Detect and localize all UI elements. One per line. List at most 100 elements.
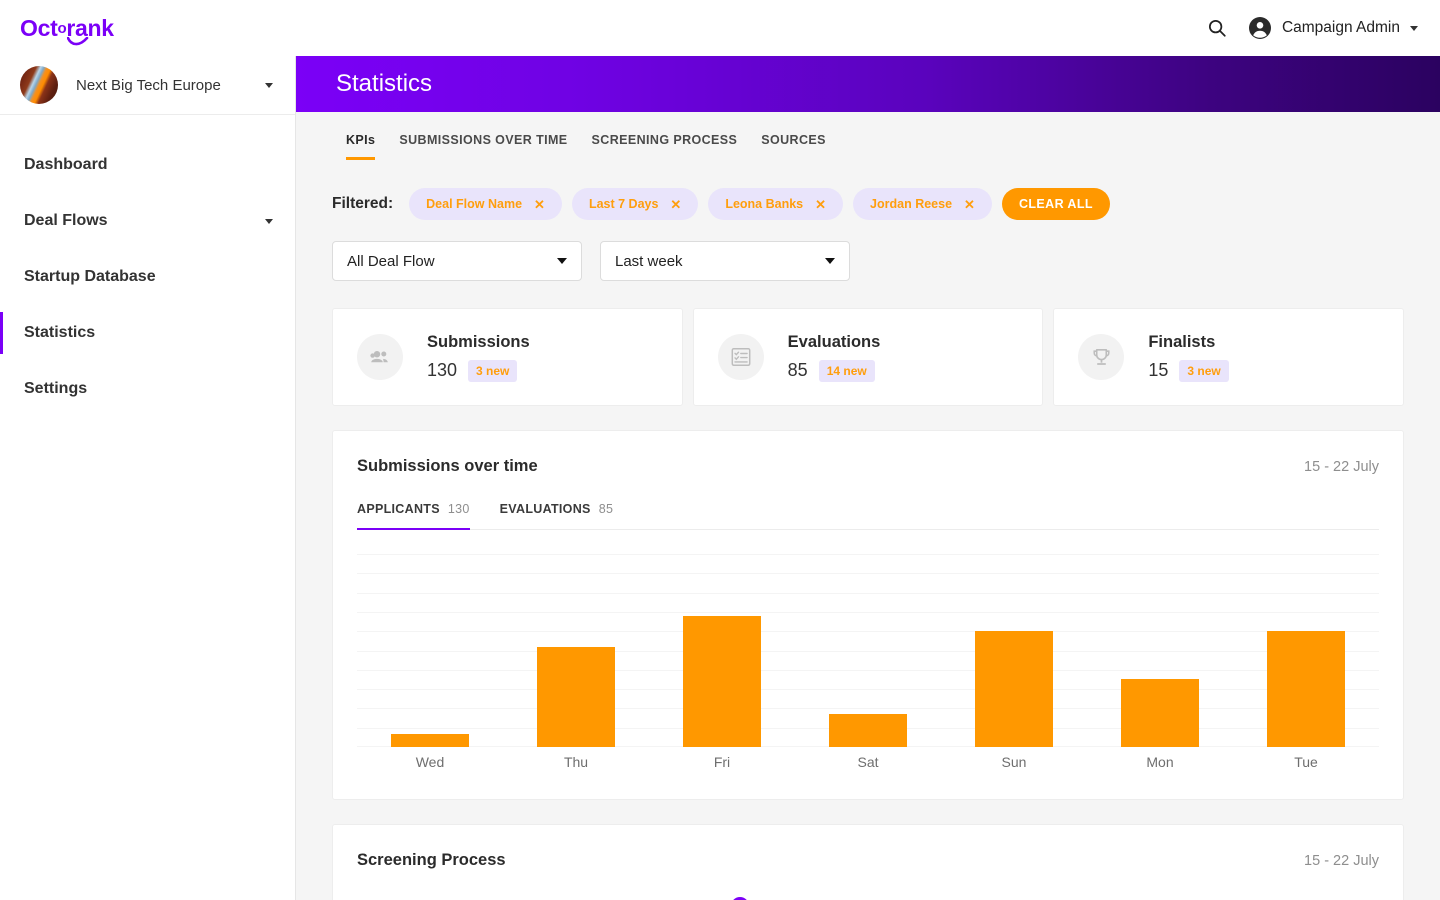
- deal-flow-select[interactable]: All Deal Flow: [332, 241, 582, 281]
- chevron-down-icon: [265, 82, 273, 88]
- kpi-card-submissions[interactable]: Submissions 130 3 new: [332, 308, 683, 406]
- page-banner: Statistics: [296, 56, 1440, 112]
- sub-tab-count: 130: [447, 502, 470, 516]
- sidebar-item-startup-database[interactable]: Startup Database: [0, 249, 295, 305]
- close-icon[interactable]: ✕: [534, 198, 545, 211]
- filter-chip-label: Last 7 Days: [588, 197, 659, 211]
- close-icon[interactable]: ✕: [670, 198, 681, 211]
- kpi-new-badge: 3 new: [1179, 359, 1229, 382]
- app-logo[interactable]: Octorank: [20, 14, 114, 45]
- close-icon[interactable]: ✕: [815, 198, 826, 211]
- logo-text-sup: o: [57, 19, 67, 37]
- tab-sources[interactable]: SOURCES: [749, 133, 838, 160]
- chevron-down-icon: [825, 258, 835, 264]
- tab-kpis[interactable]: KPIs: [334, 133, 387, 160]
- tab-submissions-over-time[interactable]: SUBMISSIONS OVER TIME: [387, 133, 579, 160]
- chart-bar-column: [503, 554, 649, 747]
- filter-bar: Filtered: Deal Flow Name ✕ Last 7 Days ✕…: [332, 188, 1404, 220]
- chart-bar[interactable]: [537, 646, 615, 747]
- filter-chip-deal-flow-name[interactable]: Deal Flow Name ✕: [409, 188, 562, 220]
- submissions-over-time-panel: Submissions over time 15 - 22 July APPLI…: [332, 430, 1404, 800]
- sidebar-item-deal-flows[interactable]: Deal Flows: [0, 193, 295, 249]
- chevron-down-icon: [1410, 25, 1418, 31]
- filter-chip-leona-banks[interactable]: Leona Banks ✕: [708, 188, 844, 220]
- filter-chip-jordan-reese[interactable]: Jordan Reese ✕: [853, 188, 992, 220]
- kpi-title: Finalists: [1148, 332, 1216, 351]
- account-circle-icon: [1248, 17, 1271, 39]
- main-content: Statistics KPIs SUBMISSIONS OVER TIME SC…: [296, 56, 1440, 900]
- kpi-card-evaluations[interactable]: Evaluations 85 14 new: [692, 308, 1044, 406]
- kpi-card-finalists[interactable]: Finalists 15 3 new: [1053, 308, 1405, 406]
- tab-label: KPIs: [346, 133, 376, 147]
- sidebar: Next Big Tech Europe Dashboard Deal Flow…: [0, 56, 296, 900]
- chevron-down-icon: [265, 218, 273, 224]
- org-name-label: Next Big Tech Europe: [76, 76, 221, 94]
- sidebar-item-dashboard[interactable]: Dashboard: [0, 137, 295, 193]
- checklist-icon: [731, 348, 751, 366]
- filter-chip-last-7-days[interactable]: Last 7 Days ✕: [571, 188, 699, 220]
- filter-chip-label: Deal Flow Name: [426, 197, 523, 211]
- submissions-sub-tabs: APPLICANTS 130 EVALUATIONS 85: [357, 502, 1379, 530]
- tab-label: SCREENING PROCESS: [591, 133, 738, 147]
- search-button[interactable]: [1206, 17, 1228, 39]
- page-tabs: KPIs SUBMISSIONS OVER TIME SCREENING PRO…: [296, 112, 1440, 160]
- search-icon: [1208, 19, 1226, 37]
- org-switcher[interactable]: Next Big Tech Europe: [0, 56, 295, 115]
- logo-text-part1: Oct: [20, 14, 58, 41]
- sub-tab-evaluations[interactable]: EVALUATIONS 85: [500, 502, 614, 530]
- filter-label: Filtered:: [332, 195, 394, 212]
- kpi-text-wrap: Finalists 15 3 new: [1148, 332, 1229, 382]
- sidebar-item-label: Deal Flows: [24, 212, 108, 229]
- panel-title: Submissions over time: [357, 457, 538, 475]
- deal-flow-select-value: All Deal Flow: [347, 252, 435, 270]
- filter-selects: All Deal Flow Last week: [332, 241, 1404, 281]
- sidebar-item-label: Statistics: [24, 324, 96, 341]
- group-icon: [370, 351, 388, 363]
- screening-process-panel: Screening Process 15 - 22 July: [332, 824, 1404, 900]
- filter-chip-label: Jordan Reese: [870, 197, 953, 211]
- content-area: Filtered: Deal Flow Name ✕ Last 7 Days ✕…: [296, 188, 1440, 900]
- kpi-cards: Submissions 130 3 new Evaluations 85 14 …: [332, 308, 1405, 406]
- panel-header: Screening Process 15 - 22 July: [357, 851, 1379, 870]
- close-icon[interactable]: ✕: [964, 198, 975, 211]
- kpi-title: Evaluations: [787, 332, 881, 351]
- chart-bar-column: [649, 554, 795, 747]
- kpi-new-badge: 3 new: [468, 359, 518, 382]
- chart-bar[interactable]: [1121, 679, 1199, 747]
- sidebar-item-label: Startup Database: [24, 268, 156, 285]
- sub-tab-count: 85: [598, 502, 614, 516]
- kpi-text-wrap: Submissions 130 3 new: [427, 333, 530, 382]
- kpi-value: 85: [787, 360, 808, 380]
- kpi-icon-wrap: [357, 334, 403, 380]
- org-avatar: [20, 66, 58, 104]
- sidebar-item-label: Settings: [24, 380, 88, 397]
- screening-line-chart: [357, 896, 1379, 900]
- sub-tab-applicants[interactable]: APPLICANTS 130: [357, 502, 470, 530]
- tab-screening-process[interactable]: SCREENING PROCESS: [580, 133, 750, 160]
- chart-x-label: Mon: [1146, 754, 1174, 770]
- page-title: Statistics: [336, 70, 433, 97]
- chart-x-label: Sun: [1001, 754, 1027, 770]
- chart-bar[interactable]: [829, 714, 907, 747]
- tab-label: SUBMISSIONS OVER TIME: [399, 133, 568, 147]
- panel-header: Submissions over time 15 - 22 July: [357, 457, 1379, 476]
- chart-x-label: Tue: [1294, 754, 1318, 770]
- chart-bar-column: [795, 554, 941, 747]
- date-range-select-value: Last week: [615, 252, 683, 270]
- chart-bar[interactable]: [391, 733, 469, 747]
- chart-bar[interactable]: [1267, 631, 1345, 747]
- kpi-new-badge: 14 new: [818, 359, 875, 382]
- user-menu[interactable]: Campaign Admin: [1248, 16, 1418, 40]
- submissions-bar-chart: Wed Thu Fri Sat Sun Mon Tue: [357, 554, 1379, 799]
- kpi-value: 130: [427, 360, 458, 380]
- sidebar-item-settings[interactable]: Settings: [0, 361, 295, 417]
- sidebar-item-statistics[interactable]: Statistics: [0, 305, 295, 361]
- kpi-text-wrap: Evaluations 85 14 new: [787, 332, 881, 382]
- chart-bar[interactable]: [975, 631, 1053, 747]
- panel-date-range: 15 - 22 July: [1304, 459, 1379, 475]
- user-name-label: Campaign Admin: [1281, 19, 1400, 36]
- chart-x-label: Sat: [857, 754, 879, 770]
- date-range-select[interactable]: Last week: [600, 241, 850, 281]
- clear-all-button[interactable]: CLEAR ALL: [1001, 188, 1110, 220]
- chart-bar[interactable]: [683, 615, 761, 747]
